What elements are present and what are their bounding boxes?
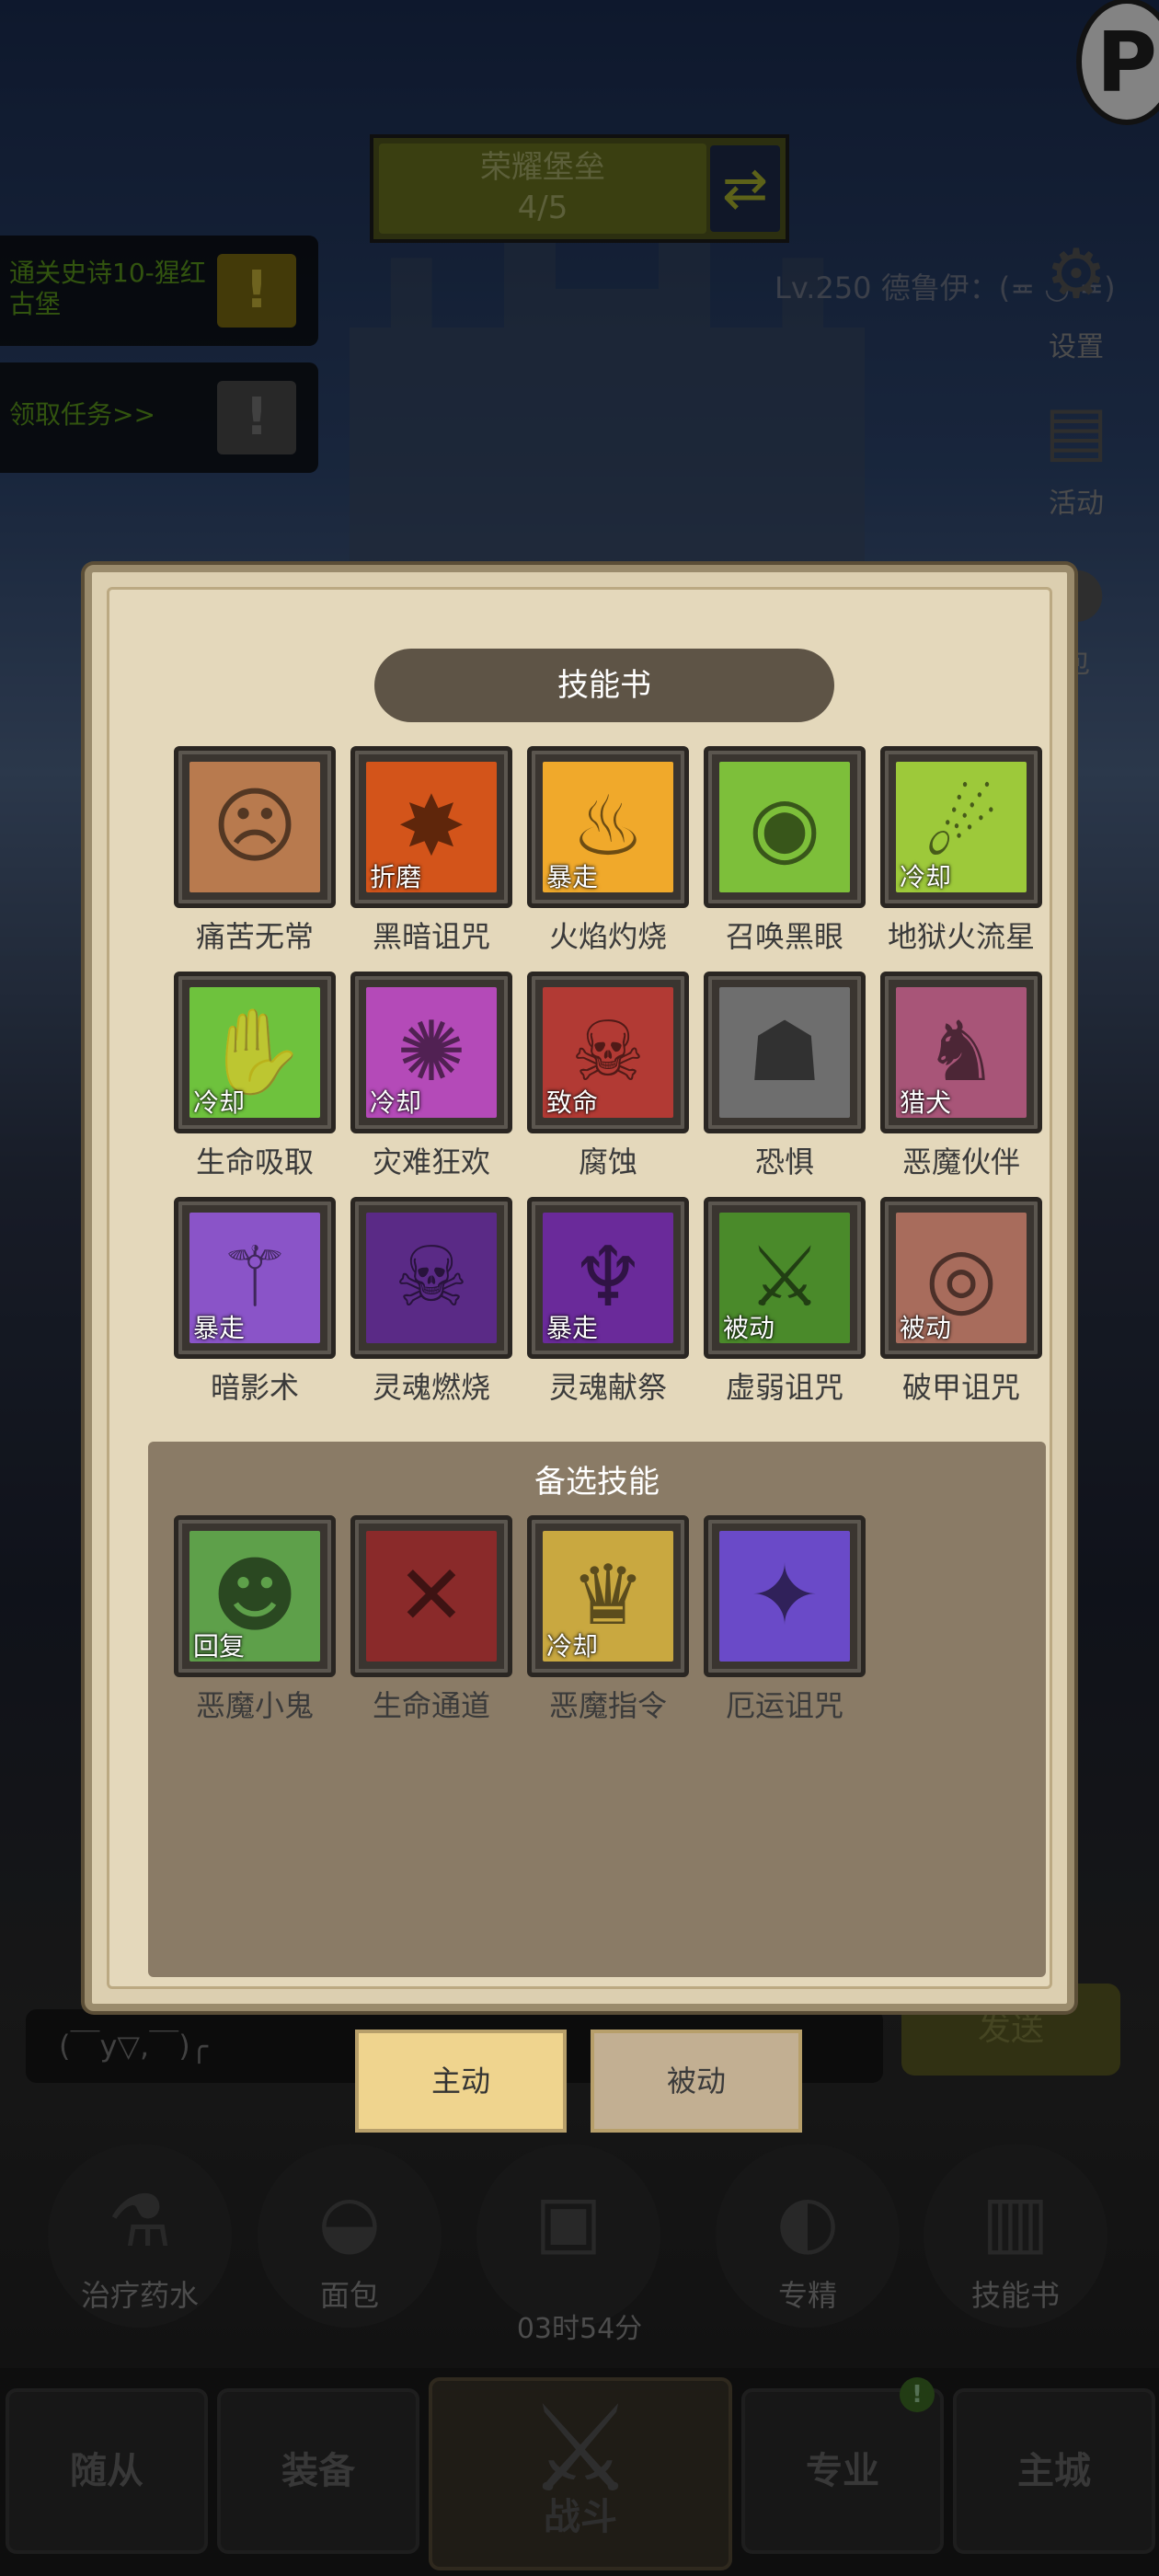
skill-icon-frame: ♞ 猎犬 [880, 972, 1042, 1133]
skill-name: 恶魔指令 [548, 1688, 667, 1723]
backup-title: 备选技能 [534, 1464, 660, 1501]
skill-icon-frame: ✋ 冷却 [174, 972, 336, 1133]
skill-icon-frame: ☠ 致命 [527, 972, 689, 1133]
skill-tag: 冷却 [546, 1631, 599, 1662]
skill-name: 厄运诅咒 [725, 1688, 843, 1723]
dialog-inner: 技能书 ☹ 痛苦无常 ✸ 折磨 黑暗诅咒 ♨ 暴走 火焰灼烧 ◉ 召唤黑眼 ☄ 冷却 地狱火流星 ✋ 冷却生… [107, 587, 1052, 1989]
skill-slot[interactable]: ◉ 召唤黑眼 [696, 746, 873, 956]
skill-tag: 暴走 [546, 1313, 599, 1343]
skill-name: 腐蚀 [578, 1144, 637, 1179]
skill-icon-frame: ⚚ 暴走 [174, 1197, 336, 1359]
skill-tag: 折磨 [370, 862, 422, 892]
skill-icon-frame: ✸ 折磨 [350, 746, 512, 908]
skill-tag: 被动 [723, 1313, 775, 1343]
skill-slot[interactable]: ♨ 暴走火焰灼烧 [520, 746, 696, 956]
skill-icon-frame: ✕ [350, 1515, 512, 1677]
skill-icon-frame: ◉ [704, 746, 866, 908]
skill-icon-frame: ☹ [174, 746, 336, 908]
skill-name: 生命吸取 [195, 1144, 314, 1179]
tab-passive-skills[interactable]: 被动 [591, 2030, 802, 2133]
skill-slot[interactable]: ◎ 被动破甲诅咒 [873, 1197, 1050, 1407]
skill-icon-frame: ⚔ 被动 [704, 1197, 866, 1359]
skill-slot[interactable]: ☗ 恐惧 [696, 972, 873, 1181]
skill-name: 火焰灼烧 [548, 919, 667, 954]
skill-name: 地狱火流星 [887, 919, 1035, 954]
skill-name: 召唤黑眼 [725, 919, 843, 954]
skill-slot[interactable]: ⚔ 被动虚弱诅咒 [696, 1197, 873, 1407]
skill-name: 破甲诅咒 [901, 1370, 1020, 1405]
skill-icon: ✦ [750, 1547, 820, 1644]
skill-name: 恐惧 [754, 1144, 814, 1179]
skill-icon-frame: ☗ [704, 972, 866, 1133]
skill-tag: 被动 [900, 1313, 952, 1343]
skill-slot[interactable]: ⚚ 暴走暗影术 [166, 1197, 343, 1407]
skill-icon: ◉ [748, 778, 821, 875]
skill-slot[interactable]: ✺ 冷却灾难狂欢 [343, 972, 520, 1181]
skill-icon-frame: ☄ 冷却 [880, 746, 1042, 908]
skill-icon: ☗ [747, 1004, 822, 1100]
skill-slot[interactable]: ✕ 生命通道 [343, 1515, 520, 1725]
skill-name: 生命通道 [372, 1688, 490, 1723]
skill-slot[interactable]: ♛ 冷却恶魔指令 [520, 1515, 696, 1725]
skill-book-dialog: 技能书 ☹ 痛苦无常 ✸ 折磨 黑暗诅咒 ♨ 暴走 火焰灼烧 ◉ 召唤黑眼 ☄ 冷却 地狱火流星 ✋ 冷却生… [85, 565, 1074, 2011]
game-screen: 荣耀堡垒 4/5 ⇄ 通关史诗10-猩红古堡 ! 领取任务>> ! Lv.250… [0, 0, 1159, 2576]
dialog-title: 技能书 [374, 649, 834, 722]
backup-skills-panel: 备选技能 ☻ 回复恶魔小鬼 ✕ 生命通道 ♛ 冷却恶魔指令 ✦ 厄运诅咒 [148, 1442, 1046, 1977]
skill-icon: ☹ [212, 778, 298, 875]
skill-slot[interactable]: ✸ 折磨黑暗诅咒 [343, 746, 520, 956]
skill-slot[interactable]: ♆ 暴走灵魂献祭 [520, 1197, 696, 1407]
skill-slot[interactable]: ☠ 灵魂燃烧 [343, 1197, 520, 1407]
skill-name: 痛苦无常 [195, 919, 314, 954]
skill-icon-frame: ☠ [350, 1197, 512, 1359]
skill-icon-frame: ♨ 暴走 [527, 746, 689, 908]
skill-name: 暗影术 [210, 1370, 299, 1405]
skill-icon: ✕ [396, 1547, 466, 1644]
skill-slot[interactable]: ☻ 回复恶魔小鬼 [166, 1515, 343, 1725]
skill-tag: 回复 [193, 1631, 246, 1662]
skill-name: 灵魂献祭 [548, 1370, 667, 1405]
skill-name: 黑暗诅咒 [372, 919, 490, 954]
skill-name: 恶魔伙伴 [901, 1144, 1020, 1179]
skill-name: 灵魂燃烧 [372, 1370, 490, 1405]
skill-icon-frame: ✺ 冷却 [350, 972, 512, 1133]
skill-icon-frame: ♆ 暴走 [527, 1197, 689, 1359]
skill-tag: 冷却 [900, 862, 952, 892]
skill-slot[interactable]: ✋ 冷却生命吸取 [166, 972, 343, 1181]
skill-tag: 冷却 [193, 1087, 246, 1118]
skill-slot[interactable]: ☄ 冷却地狱火流星 [873, 746, 1050, 956]
skill-name: 恶魔小鬼 [195, 1688, 314, 1723]
skill-slot[interactable]: ♞ 猎犬恶魔伙伴 [873, 972, 1050, 1181]
skill-tag: 猎犬 [900, 1087, 952, 1118]
skill-slot[interactable]: ✦ 厄运诅咒 [696, 1515, 873, 1725]
skill-name: 虚弱诅咒 [725, 1370, 843, 1405]
skill-name: 灾难狂欢 [372, 1144, 490, 1179]
skill-tag: 致命 [546, 1087, 599, 1118]
tab-active-skills[interactable]: 主动 [355, 2030, 567, 2133]
skill-icon: ☠ [394, 1229, 469, 1326]
skill-slot[interactable]: ☠ 致命腐蚀 [520, 972, 696, 1181]
skill-tag: 暴走 [193, 1313, 246, 1343]
skill-icon-frame: ♛ 冷却 [527, 1515, 689, 1677]
skill-tag: 暴走 [546, 862, 599, 892]
skill-slot[interactable]: ☹ 痛苦无常 [166, 746, 343, 956]
skill-icon-frame: ☻ 回复 [174, 1515, 336, 1677]
skill-icon-frame: ◎ 被动 [880, 1197, 1042, 1359]
skill-tag: 冷却 [370, 1087, 422, 1118]
skill-icon-frame: ✦ [704, 1515, 866, 1677]
